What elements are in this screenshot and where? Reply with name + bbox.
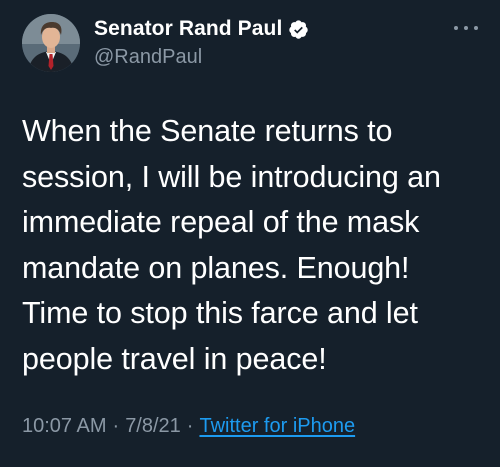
avatar[interactable] bbox=[22, 14, 80, 72]
more-dot bbox=[464, 26, 468, 30]
meta-separator: · bbox=[112, 415, 120, 437]
tweet-date[interactable]: 7/8/21 bbox=[125, 415, 181, 438]
profile-photo-icon bbox=[22, 14, 80, 72]
display-name[interactable]: Senator Rand Paul bbox=[94, 17, 282, 41]
more-dot bbox=[454, 26, 458, 30]
tweet-text-line: When the Senate returns to bbox=[22, 114, 393, 148]
tweet-text-line: mandate on planes. Enough! bbox=[22, 250, 410, 285]
tweet-time[interactable]: 10:07 AM bbox=[22, 415, 107, 438]
verified-badge-icon bbox=[289, 19, 309, 39]
meta-separator: · bbox=[186, 415, 194, 437]
tweet-text: When the Senate returns to session, I wi… bbox=[22, 109, 482, 382]
tweet-text-line: Time to stop this farce and let bbox=[22, 296, 418, 330]
name-row: Senator Rand Paul bbox=[94, 16, 309, 42]
tweet-text-line: people travel in peace! bbox=[22, 341, 327, 376]
tweet: Senator Rand Paul @RandPaul When the Sen… bbox=[0, 0, 500, 467]
tweet-text-line: session, I will be introducing an bbox=[22, 159, 441, 194]
tweet-text-line: immediate repeal of the mask bbox=[22, 205, 420, 239]
tweet-meta: 10:07 AM · 7/8/21 · Twitter for iPhone bbox=[22, 415, 355, 438]
more-horizontal-icon[interactable] bbox=[454, 22, 478, 34]
user-handle[interactable]: @RandPaul bbox=[94, 46, 202, 69]
tweet-source-link[interactable]: Twitter for iPhone bbox=[199, 415, 355, 438]
more-dot bbox=[474, 26, 478, 30]
